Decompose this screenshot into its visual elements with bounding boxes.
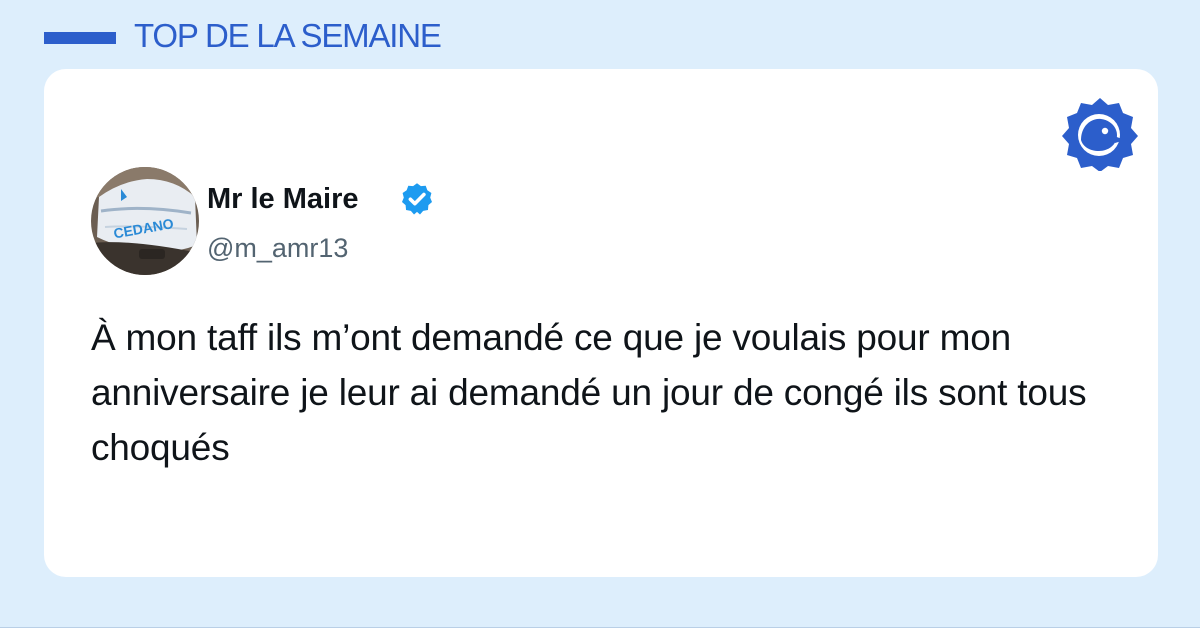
page-title: TOP DE LA SEMAINE bbox=[134, 17, 442, 54]
author-handle[interactable]: @m_amr13 bbox=[207, 231, 348, 265]
author-name[interactable]: Mr le Maire bbox=[207, 181, 359, 217]
bird-seal-logo-icon bbox=[1062, 98, 1138, 171]
avatar[interactable]: CEDANO bbox=[91, 167, 199, 275]
header-accent-bar bbox=[44, 32, 116, 44]
verified-check-icon bbox=[402, 183, 432, 215]
tweet-text: À mon taff ils m’ont demandé ce que je v… bbox=[91, 317, 1087, 468]
tweet-card: CEDANO Mr le Maire @m_amr13 À mon taff i… bbox=[44, 69, 1158, 577]
